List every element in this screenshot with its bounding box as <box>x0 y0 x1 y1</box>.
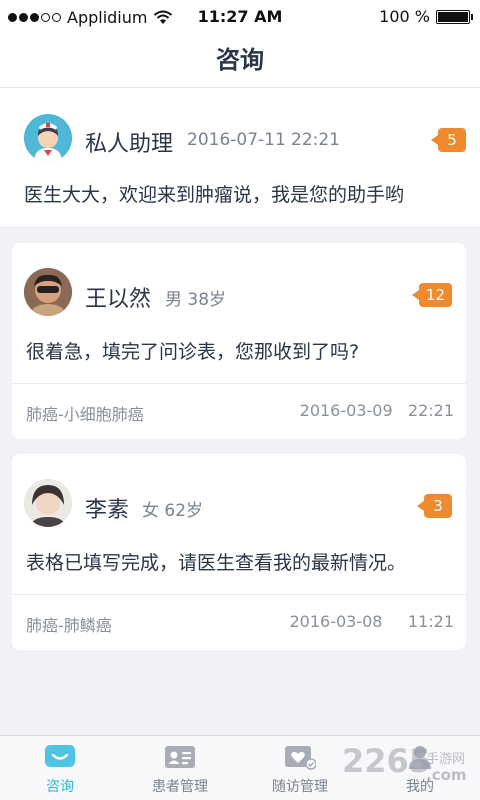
watermark-domain: .com <box>426 766 467 784</box>
assistant-name: 私人助理 <box>85 132 174 157</box>
tab-label: 患者管理 <box>152 779 208 795</box>
patient-name: 王以然 <box>85 287 152 312</box>
page-title: 咨询 <box>216 46 264 74</box>
patient-avatar <box>24 479 72 527</box>
watermark-logo: 2265 手游网 .com <box>342 742 476 792</box>
message-preview: 表格已填写完成，请医生查看我的最新情况。 <box>26 552 407 574</box>
diagnosis-label: 肺癌-肺鳞癌 <box>26 616 112 635</box>
status-bar: Applidium 11:27 AM 100 % <box>0 0 480 36</box>
battery-icon <box>436 9 473 24</box>
patient-gender-age: 女 62岁 <box>142 501 204 521</box>
unread-badge: 3 <box>417 494 452 518</box>
conversation-card[interactable]: 李素 女 62岁 3 表格已填写完成，请医生查看我的最新情况。 肺癌-肺鳞癌 2… <box>12 454 466 650</box>
assistant-conversation[interactable]: 私人助理 2016-07-11 22:21 5 医生大大，欢迎来到肿瘤说，我是您… <box>0 88 480 228</box>
patient-gender-age: 男 38岁 <box>165 290 227 310</box>
follow-up-heart-icon <box>285 746 316 770</box>
nurse-avatar <box>24 114 72 162</box>
divider <box>12 383 466 384</box>
diagnosis-label: 肺癌-小细胞肺癌 <box>26 405 144 424</box>
unread-badge: 12 <box>411 283 452 307</box>
assistant-date: 2016-07-11 <box>187 130 286 150</box>
divider <box>12 594 466 595</box>
message-date: 2016-03-09 <box>299 401 393 420</box>
assistant-message: 医生大大，欢迎来到肿瘤说，我是您的助手哟 <box>24 184 405 206</box>
conversation-card[interactable]: 王以然 男 38岁 12 很着急，填完了问诊表，您那收到了吗? 肺癌-小细胞肺癌… <box>12 243 466 439</box>
battery-percent: 100 % <box>379 7 430 26</box>
tab-label: 咨询 <box>46 779 74 795</box>
message-time: 11:21 <box>407 612 454 631</box>
message-datetime: 2016-03-09 22:21 <box>300 401 454 420</box>
watermark-number: 2265 <box>342 742 432 780</box>
message-preview: 很着急，填完了问诊表，您那收到了吗? <box>26 341 360 363</box>
tab-consult[interactable]: 咨询 <box>0 736 120 800</box>
tab-patient-management[interactable]: 患者管理 <box>120 736 240 800</box>
message-date: 2016-03-08 <box>289 612 383 631</box>
watermark-text: 手游网 <box>426 752 466 767</box>
unread-badge: 5 <box>431 128 466 152</box>
patient-avatar <box>24 268 72 316</box>
chat-icon <box>45 745 75 767</box>
message-time: 22:21 <box>407 401 454 420</box>
patient-card-icon <box>165 746 195 768</box>
navigation-bar: 咨询 <box>0 36 480 88</box>
patient-name: 李素 <box>85 498 130 523</box>
status-right: 100 % <box>379 7 473 26</box>
message-datetime: 2016-03-08 11:21 <box>289 612 454 631</box>
assistant-time: 22:21 <box>291 130 340 150</box>
